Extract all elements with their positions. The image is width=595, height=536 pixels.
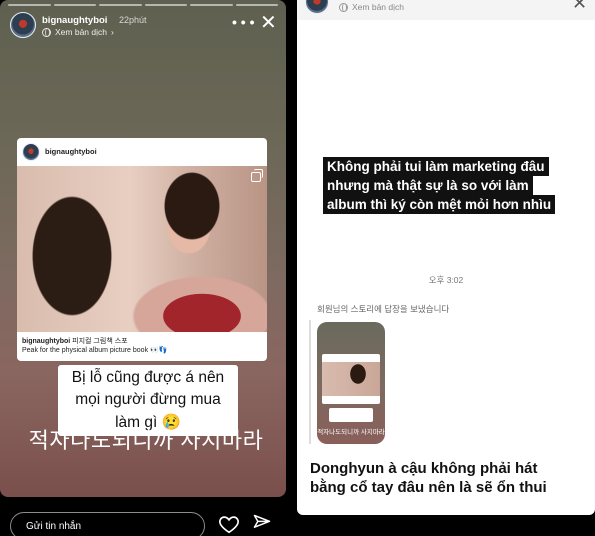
translate-link[interactable]: Xem bản dịch › xyxy=(42,27,114,37)
caption-korean: 피지컬 그림책 스포 xyxy=(72,338,128,345)
left-story-panel[interactable]: bignaughtyboi 22phút Xem bản dịch › • • … xyxy=(0,0,286,497)
mini-post-photo xyxy=(322,362,380,396)
more-horizontal-icon[interactable]: • • • xyxy=(232,14,254,30)
post-username: bignaughtyboi xyxy=(45,147,97,156)
reply-input[interactable]: Gửi tin nhắn xyxy=(10,512,205,536)
story-reply-note: 회원님의 스토리에 답장을 보냈습니다 xyxy=(317,304,450,314)
right-story-panel[interactable]: Xem bản dịch ✕ Không phải tui làm market… xyxy=(297,0,595,515)
message-timestamp: 오후 3:02 xyxy=(428,275,464,285)
message-line: bằng cổ tay đâu nên là sẽ ổn thui xyxy=(307,478,550,497)
post-caption: bignaughtyboi 피지컬 그림책 스포 Peak for the ph… xyxy=(22,337,262,356)
message-line: Donghyun à cậu không phải hát xyxy=(307,459,541,478)
translate-label: Xem bản dịch xyxy=(55,27,107,37)
carousel-icon xyxy=(251,169,263,182)
black-caption-block: Không phải tui làm marketing đâu nhưng m… xyxy=(323,157,556,214)
avatar[interactable] xyxy=(10,12,36,38)
mini-korean-text: 적자나도되니까 사지마라 xyxy=(317,429,385,436)
heart-icon[interactable] xyxy=(218,513,240,535)
caption-line: Không phải tui làm marketing đâu xyxy=(323,157,549,176)
story-time: 22phút xyxy=(119,15,147,25)
caption-english: Peak for the physical album picture book… xyxy=(22,347,168,355)
replied-story-thumbnail[interactable]: 적자나도되니까 사지마라 xyxy=(317,322,385,444)
globe-icon xyxy=(339,2,348,12)
post-avatar xyxy=(22,143,40,161)
story-header: bignaughtyboi 22phút Xem bản dịch › • • … xyxy=(10,10,277,40)
mini-post-card xyxy=(322,354,380,404)
caption-line: album thì ký còn mệt mỏi hơn nhìu xyxy=(323,195,556,214)
caption-username: bignaughtyboi xyxy=(22,338,71,345)
translate-label: Xem bản dịch xyxy=(352,2,404,12)
globe-icon xyxy=(42,27,51,37)
caption-line: nhưng mà thật sự là so với làm xyxy=(323,176,533,195)
korean-text-overlay: 적자나도되니까 사지마라 xyxy=(28,428,264,453)
close-icon[interactable]: ✕ xyxy=(260,10,277,35)
right-story-header: Xem bản dịch ✕ xyxy=(297,0,595,20)
avatar[interactable] xyxy=(305,0,329,14)
mini-sticker xyxy=(329,408,373,422)
story-progress-bar xyxy=(8,4,278,6)
send-icon[interactable] xyxy=(252,513,272,533)
shared-post-card[interactable]: bignaughtyboi bignaughtyboi 피지컬 그림책 스포 P… xyxy=(17,138,267,361)
story-username[interactable]: bignaughtyboi xyxy=(42,15,107,26)
post-photo xyxy=(17,166,267,332)
story-footer: Gửi tin nhắn xyxy=(0,497,295,536)
chevron-right-icon: › xyxy=(110,27,114,37)
translate-link[interactable]: Xem bản dịch xyxy=(339,2,404,12)
close-icon[interactable]: ✕ xyxy=(572,0,587,14)
reply-message-text: Donghyun à cậu không phải hát bằng cổ ta… xyxy=(307,459,550,497)
post-header: bignaughtyboi xyxy=(17,138,267,166)
reply-divider xyxy=(309,320,311,444)
